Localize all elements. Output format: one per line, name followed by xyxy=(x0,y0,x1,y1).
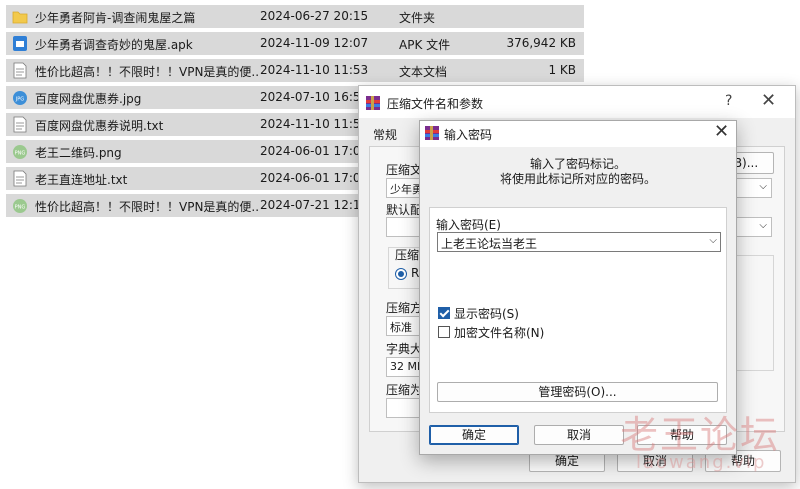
file-name: 性价比超高！！不限时！！VPN是真的便... xyxy=(35,65,260,79)
winrar-icon xyxy=(425,126,439,140)
cancel-button[interactable]: 取消 xyxy=(534,425,624,445)
file-date: 2024-11-09 12:07 xyxy=(260,36,369,50)
folder-icon xyxy=(12,11,28,24)
manage-passwords-button[interactable]: 管理密码(O)... xyxy=(437,382,718,402)
rar-radio[interactable] xyxy=(395,268,407,280)
file-date: 2024-06-27 20:15 xyxy=(260,9,369,23)
winrar-icon xyxy=(366,96,380,110)
file-name: 性价比超高！！不限时！！VPN是真的便... xyxy=(35,200,260,214)
file-date: 2024-11-10 11:53 xyxy=(260,63,369,77)
file-size: 1 KB xyxy=(548,63,576,77)
dialog-title: 输入密码 xyxy=(444,128,493,142)
text-file-icon xyxy=(13,62,27,79)
file-name: 老王二维码.png xyxy=(35,146,122,160)
password-input[interactable]: 上老王论坛当老王 ⌵ xyxy=(437,232,721,252)
text-file-icon xyxy=(13,116,27,133)
password-label: 输入密码(E) xyxy=(436,218,501,232)
split-label: 压缩为 xyxy=(386,383,423,397)
show-password-label: 显示密码(S) xyxy=(454,307,519,321)
file-row[interactable]: 少年勇者调查奇妙的鬼屋.apk 2024-11-09 12:07 APK 文件 … xyxy=(6,32,584,55)
method-value: 标准 xyxy=(390,321,412,334)
method-label: 压缩方 xyxy=(386,301,423,315)
dictionary-label: 字典大 xyxy=(386,342,423,356)
show-password-checkbox[interactable] xyxy=(438,307,450,319)
password-value: 上老王论坛当老王 xyxy=(441,237,538,251)
info-text-line2: 将使用此标记所对应的密码。 xyxy=(499,172,656,186)
file-name: 百度网盘优惠券.jpg xyxy=(35,92,142,106)
file-row[interactable]: 少年勇者阿肯-调查闹鬼屋之篇 2024-06-27 20:15 文件夹 xyxy=(6,5,584,28)
text-file-icon xyxy=(13,170,27,187)
file-name: 少年勇者调查奇妙的鬼屋.apk xyxy=(35,38,193,52)
file-date: 2024-11-10 11:53 xyxy=(260,117,369,131)
file-size: 376,942 KB xyxy=(506,36,576,50)
close-icon[interactable]: ✕ xyxy=(714,121,729,142)
file-type: 文本文档 xyxy=(399,65,448,79)
file-date: 2024-07-10 16:51 xyxy=(260,90,369,104)
file-date: 2024-06-01 17:00 xyxy=(260,171,369,185)
file-name: 少年勇者阿肯-调查闹鬼屋之篇 xyxy=(35,11,196,25)
tab-general[interactable]: 常规 xyxy=(373,126,397,143)
chevron-down-icon[interactable]: ⌵ xyxy=(709,235,717,246)
encrypt-names-label: 加密文件名称(N) xyxy=(454,326,545,340)
watermark-text: 老王论坛 xyxy=(620,413,781,457)
svg-text:PNG: PNG xyxy=(15,205,26,211)
svg-text:PNG: PNG xyxy=(15,151,26,157)
png-file-icon: PNG xyxy=(13,199,27,213)
dialog-titlebar[interactable]: 输入密码 ✕ xyxy=(420,121,736,147)
dialog-title: 压缩文件名和参数 xyxy=(387,97,484,111)
file-row[interactable]: 性价比超高！！不限时！！VPN是真的便... 2024-11-10 11:53 … xyxy=(6,59,584,82)
file-type: APK 文件 xyxy=(399,38,451,52)
watermark-url: laowang.vip xyxy=(636,452,767,473)
file-type: 文件夹 xyxy=(399,11,436,25)
jpg-file-icon: JPG xyxy=(13,91,27,105)
help-icon[interactable]: ? xyxy=(725,93,732,109)
apk-file-icon xyxy=(13,36,27,51)
format-group-label: 压缩 xyxy=(395,248,420,262)
chevron-down-icon: ⌵ xyxy=(759,181,767,192)
archive-name-label: 压缩文 xyxy=(386,163,423,177)
file-date: 2024-07-21 12:13 xyxy=(260,198,369,212)
svg-text:JPG: JPG xyxy=(15,97,24,103)
ok-button[interactable]: 确定 xyxy=(429,425,519,445)
encrypt-names-checkbox[interactable] xyxy=(438,326,450,338)
chevron-down-icon: ⌵ xyxy=(759,220,767,231)
close-icon[interactable]: ✕ xyxy=(761,90,776,111)
file-date: 2024-06-01 17:01 xyxy=(260,144,369,158)
default-profile-label: 默认配 xyxy=(386,203,423,217)
png-file-icon: PNG xyxy=(13,145,27,159)
file-name: 老王直连地址.txt xyxy=(35,173,128,187)
file-name: 百度网盘优惠券说明.txt xyxy=(35,119,164,133)
dialog-titlebar[interactable]: 压缩文件名和参数 ? ✕ xyxy=(359,86,795,118)
